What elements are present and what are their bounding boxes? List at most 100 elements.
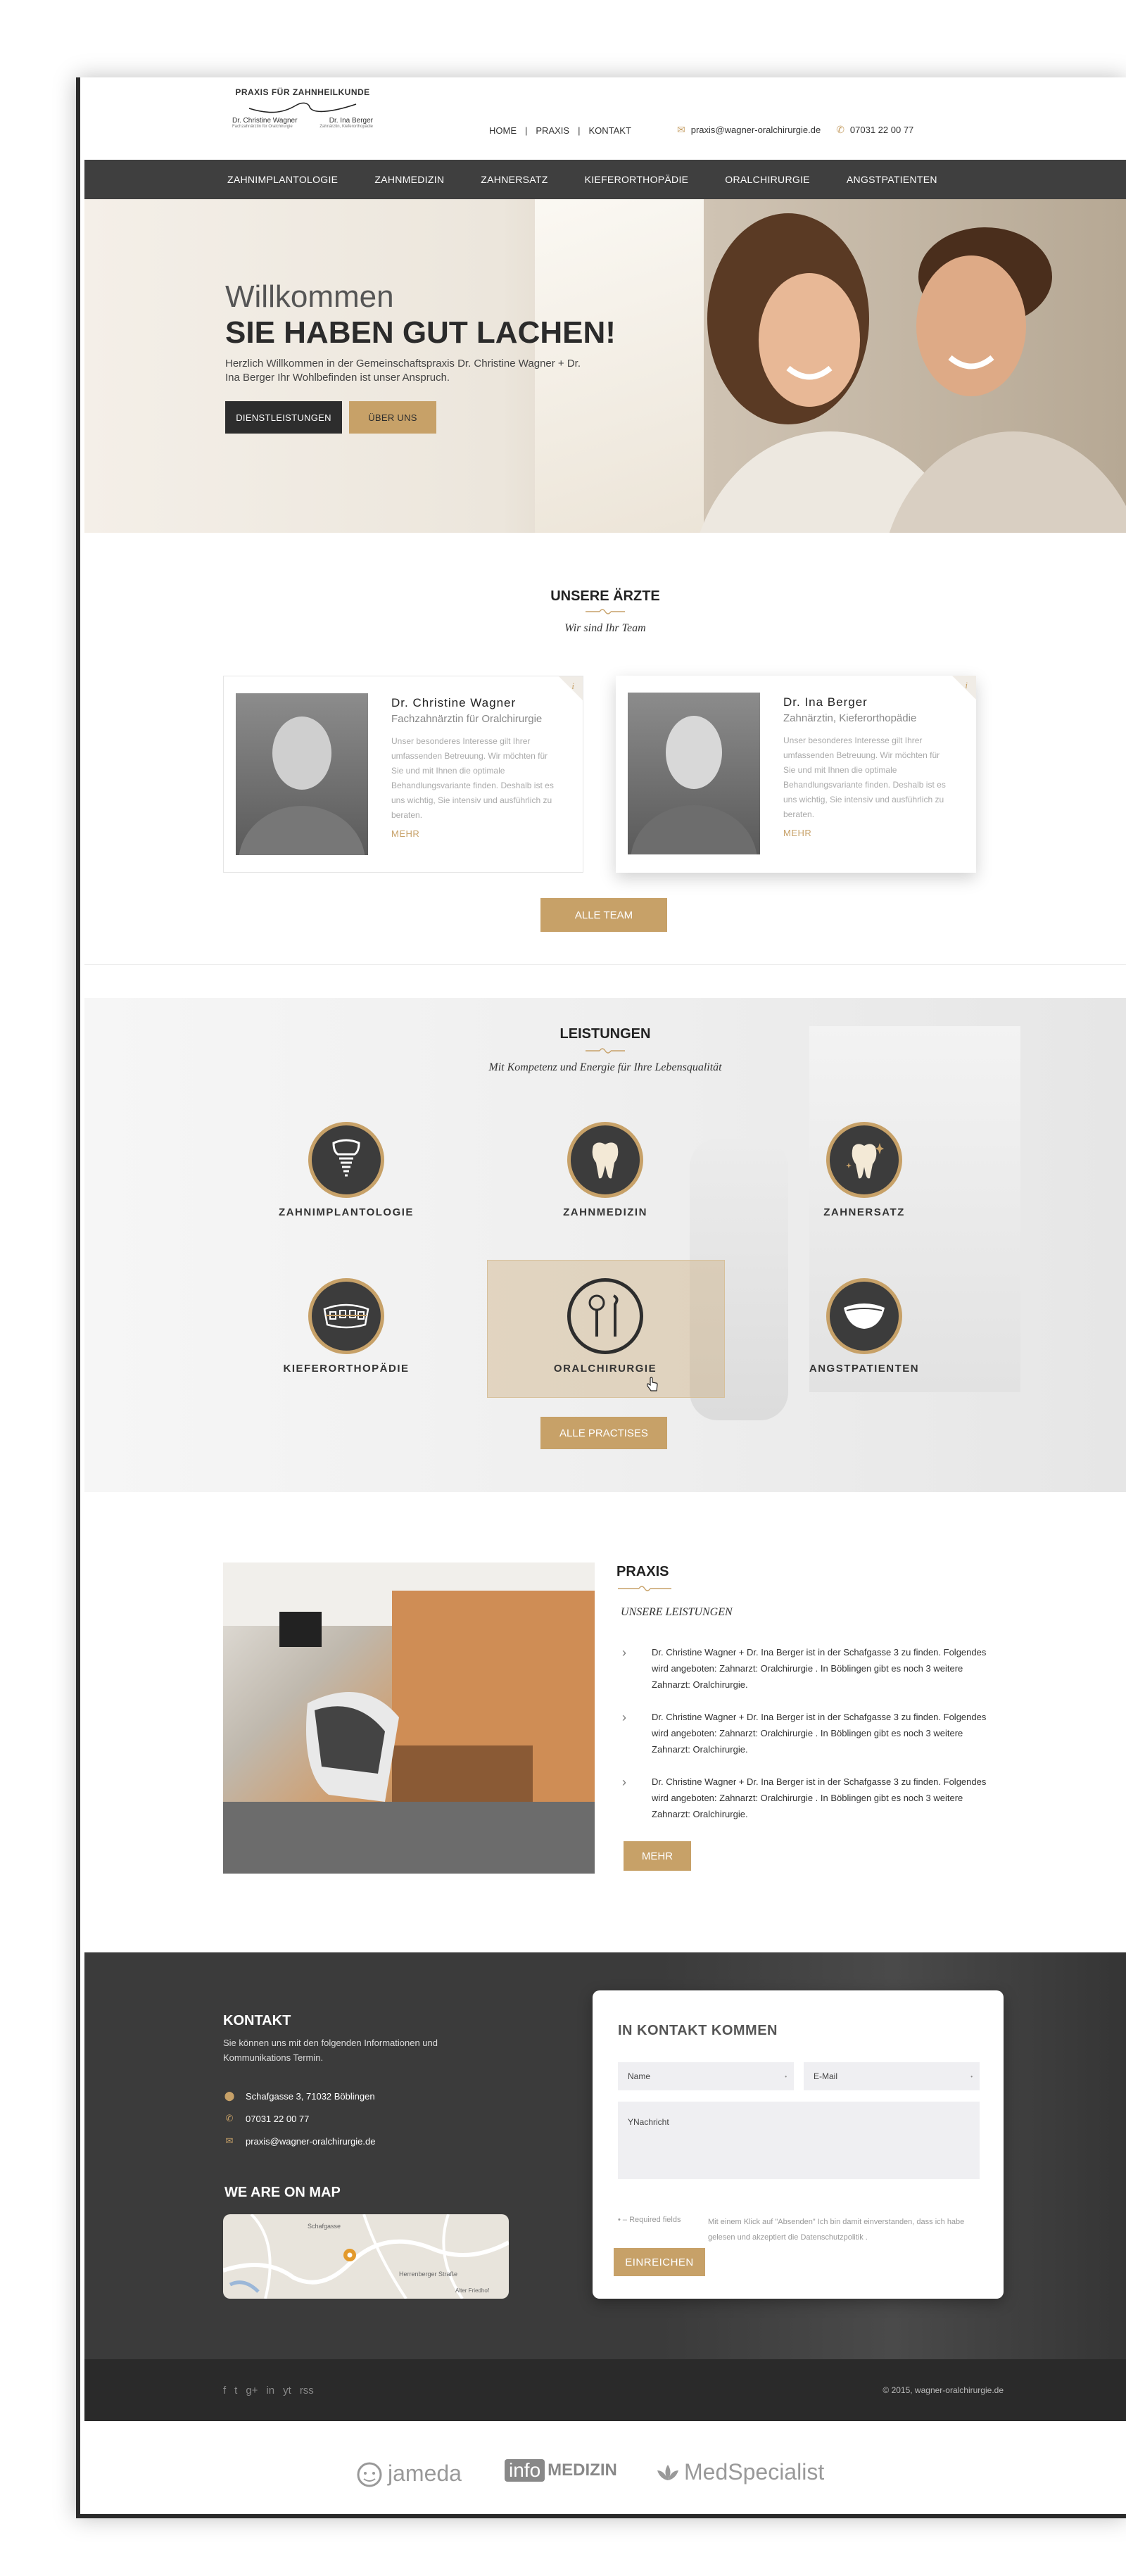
doctor-role: Fachzahnärztin für Oralchirurgie [391,713,543,725]
logo-wave-icon [248,102,357,113]
required-dot: • [970,2073,973,2080]
logo-name-1: Dr. Christine Wagner [232,117,298,125]
lotus-icon [657,2464,678,2480]
jameda-face-icon [357,2462,382,2487]
doctors-subtitle: Wir sind Ihr Team [564,622,646,634]
doctor-text: Unser besonderes Interesse gilt Ihrer um… [783,735,946,819]
twitter-icon[interactable]: t [234,2385,237,2397]
header-phone[interactable]: 07031 22 00 77 [850,125,913,135]
google-plus-icon[interactable]: g+ [246,2385,258,2397]
nav-oralchirurgie[interactable]: ORALCHIRURGIE [725,174,810,185]
doctor-photo [628,693,760,918]
doctor-role: Zahnärztin, Kieferorthopädie [783,712,917,724]
service-zahnersatz[interactable]: ZAHNERSATZ [787,1122,942,1218]
logo-title: PRAXIS FÜR ZAHNHEILKUNDE [235,87,370,97]
name-field[interactable]: Name • [618,2062,794,2090]
mail-icon: ✉ [677,124,685,135]
map-label: Alter Friedhof [455,2287,490,2294]
topnav-kontakt[interactable]: KONTAKT [588,125,631,136]
contact-form: IN KONTAKT KOMMEN Name • E-Mail • YNachric… [593,1990,1004,2299]
service-oralchirurgie[interactable]: ORALCHIRURGIE [528,1278,683,1375]
praxis-title: PRAXIS [616,1564,669,1579]
header-email[interactable]: praxis@wagner-oralchirurgie.de [691,125,821,135]
message-field[interactable]: YNachricht [618,2102,980,2179]
more-link[interactable]: MEHR [783,828,811,838]
doctors-title: UNSERE ÄRZTE [550,588,660,604]
email-field[interactable]: E-Mail • [804,2062,980,2090]
youtube-icon[interactable]: yt [283,2385,291,2397]
email-text[interactable]: praxis@wagner-oralchirurgie.de [246,2136,375,2147]
praxis-subtitle: UNSERE LEISTUNGEN [621,1606,733,1618]
nav-zahnmedizin[interactable]: ZAHNMEDIZIN [374,174,444,185]
nav-angstpatienten[interactable]: ANGSTPATIENTEN [847,174,937,185]
hero-banner: Willkommen SIE HABEN GUT LACHEN! Herzlic… [84,199,1126,533]
about-button[interactable]: ÜBER UNS [349,401,436,434]
linkedin-icon[interactable]: in [266,2385,274,2397]
service-zahnimplantologie[interactable]: ZAHNIMPLANTOLOGIE [269,1122,424,1218]
phone-icon: ✆ [225,2113,234,2123]
info-icon[interactable]: i [571,681,574,692]
jameda-logo[interactable]: jameda [355,2459,462,2487]
dental-tools-icon [567,1278,643,1354]
service-angstpatienten[interactable]: ANGSTPATIENTEN [787,1278,942,1375]
service-zahnmedizin[interactable]: ZAHNMEDIZIN [528,1122,683,1218]
nav-zahnersatz[interactable]: ZAHNERSATZ [481,174,548,185]
doctor-name: Dr. Christine Wagner [391,696,517,709]
submit-button[interactable]: EINREICHEN [614,2248,705,2276]
medspecialist-logo[interactable]: MedSpecialist [656,2459,824,2485]
nav-kieferorthopaedie[interactable]: KIEFERORTHOPÄDIE [585,174,689,185]
tooth-icon [567,1122,643,1198]
list-item-text: Dr. Christine Wagner + Dr. Ina Berger is… [652,1647,987,1690]
main-nav: ZAHNIMPLANTOLOGIE ZAHNMEDIZIN ZAHNERSATZ… [84,160,1126,199]
contact-title: KONTAKT [223,2013,291,2028]
cursor-hand-icon [647,1377,658,1391]
required-dot: • [785,2073,787,2080]
list-item-text: Dr. Christine Wagner + Dr. Ina Berger is… [652,1776,987,1819]
map[interactable]: Schafgasse Herrenberger Straße Alter Fri… [223,2214,509,2299]
implant-icon [308,1122,384,1198]
card-corner [559,676,583,700]
facebook-icon[interactable]: f [223,2385,226,2397]
logo[interactable]: PRAXIS FÜR ZAHNHEILKUNDE Dr. Christine W… [232,87,373,158]
hero-title: SIE HABEN GUT LACHEN! [225,315,616,350]
rss-icon[interactable]: rss [300,2385,314,2397]
logo-name-2: Dr. Ina Berger [329,117,373,125]
separator: | [525,125,528,136]
top-nav: HOME | PRAXIS | KONTAKT [489,125,631,136]
nav-zahnimplantologie[interactable]: ZAHNIMPLANTOLOGIE [227,174,338,185]
hero-text: Herzlich Willkommen in der Gemeinschafts… [225,358,581,384]
medspecialist-text: MedSpecialist [684,2459,825,2485]
address-text: Schafgasse 3, 71032 Böblingen [246,2090,375,2102]
phone-text[interactable]: 07031 22 00 77 [246,2114,309,2124]
copyright: © 2015, wagner-oralchirurgie.de [883,2385,1004,2395]
info-icon[interactable]: i [965,680,968,691]
card-corner [952,676,976,700]
services-subtitle: Mit Kompetenz und Energie für Ihre Leben… [488,1061,722,1073]
chevron-right-icon: › [622,1646,626,1660]
praxis-more-button[interactable]: MEHR [624,1841,691,1871]
map-label: Herrenberger Straße [399,2271,458,2278]
doctor-name: Dr. Ina Berger [783,695,868,709]
doctor-card[interactable]: i Dr. Ina Berger Zahnärztin, Kieferortho… [616,676,976,918]
topnav-home[interactable]: HOME [489,125,517,136]
services-section: LEISTUNGEN Mit Kompetenz und Energie für… [84,998,1126,1492]
services-button[interactable]: DIENSTLEISTUNGEN [225,401,342,434]
praxis-photo [223,1562,595,1874]
doctor-text: Unser besonderes Interesse gilt Ihrer um… [391,736,554,820]
consent-text: Mit einem Klick auf "Absenden" Ich bin d… [708,2218,965,2242]
infomedizin-logo[interactable]: info MEDIZIN [505,2459,617,2482]
braces-icon [308,1278,384,1354]
social-links: f t g+ in yt rss [223,2385,322,2397]
ornament-icon [84,1046,1126,1059]
service-kieferorthopaedie[interactable]: KIEFERORTHOPÄDIE [269,1278,424,1375]
sparkle-tooth-icon [826,1122,902,1198]
form-title: IN KONTAKT KOMMEN [618,2023,778,2038]
ornament-icon [616,1584,673,1596]
all-practises-button[interactable]: ALLE PRACTISES [540,1417,667,1449]
topnav-praxis[interactable]: PRAXIS [536,125,569,136]
doctor-card[interactable]: i Dr. Christine Wagner Fachzahnärztin fü… [223,676,583,918]
all-team-button[interactable]: ALLE TEAM [540,898,667,932]
more-link[interactable]: MEHR [391,828,419,839]
service-label: ORALCHIRURGIE [553,1363,657,1375]
medizin-text: MEDIZIN [548,2461,617,2480]
